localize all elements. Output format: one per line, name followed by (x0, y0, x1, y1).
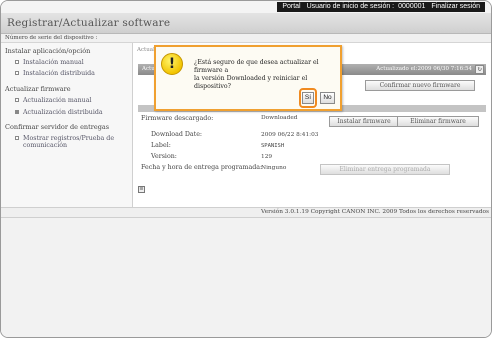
sidebar-item-label: Actualización distribuida (23, 109, 103, 116)
sidebar-section-install: Instalar aplicación/opción (5, 47, 91, 55)
firmware-value: Downloaded (261, 115, 298, 121)
dialog-message: ¿Está seguro de que desea actualizar el … (194, 59, 336, 91)
delete-scheduled-delivery-button[interactable]: Eliminar entrega programada (320, 164, 450, 175)
yes-button[interactable]: Sí (302, 92, 314, 104)
portal-link[interactable]: Portal (282, 3, 300, 10)
download-date-label: Download Date: (151, 131, 203, 138)
bullet-icon (15, 110, 19, 114)
updated-timestamp: Actualizado el:2009 06/30 7:16:54 (376, 66, 472, 72)
login-user-label: Usuario de inicio de sesión : (306, 3, 395, 10)
confirm-new-firmware-button[interactable]: Confirmar nuevo firmware (365, 80, 475, 91)
schedule-value: Ninguno (261, 165, 287, 171)
sidebar-item-show-logs[interactable]: Mostrar registros/Prueba de comunicación (15, 135, 114, 149)
confirm-dialog: ! ¿Está seguro de que desea actualizar e… (154, 45, 342, 111)
sidebar-section-update-firmware: Actualizar firmware (5, 85, 71, 93)
sidebar-item-manual-install[interactable]: Instalación manual (15, 59, 84, 66)
dialog-message-line1: ¿Está seguro de que desea actualizar el … (194, 59, 319, 74)
bullet-icon (15, 60, 19, 64)
label-label: Label: (151, 142, 171, 149)
sidebar-item-label: Instalación manual (23, 59, 84, 66)
bullet-icon (15, 71, 19, 75)
top-bar: Portal Usuario de inicio de sesión :0000… (1, 1, 491, 13)
device-serial-line: Número de serie del dispositivo : (1, 34, 491, 43)
label-value: SPANISH (261, 143, 285, 149)
delete-firmware-button[interactable]: Eliminar firmware (397, 116, 479, 127)
page-header: Registrar/Actualizar software (1, 13, 491, 34)
sidebar-item-label: Instalación distribuida (23, 70, 95, 77)
top-links: Portal Usuario de inicio de sesión :0000… (277, 2, 485, 12)
schedule-label: Fecha y hora de entrega programada: (141, 164, 263, 171)
download-date-value: 2009 06/22 8:41:03 (261, 132, 319, 138)
sidebar-item-distributed-install[interactable]: Instalación distribuida (15, 70, 95, 77)
bullet-icon (15, 98, 19, 102)
no-button[interactable]: No (320, 92, 335, 104)
device-serial-label: Número de serie del dispositivo : (5, 35, 98, 41)
footer: Versión 3.0.1.19 Copyright CANON INC. 20… (1, 207, 491, 218)
sidebar-item-label: Mostrar registros/Prueba de (23, 135, 115, 142)
version-value: 129 (261, 154, 273, 160)
refresh-icon[interactable]: ↻ (475, 65, 484, 74)
bullet-icon (15, 136, 19, 140)
install-firmware-button[interactable]: Instalar firmware (329, 116, 399, 127)
empty-area (1, 218, 491, 337)
login-user-id: 0000001 (398, 3, 426, 10)
warning-icon: ! (161, 53, 183, 75)
sidebar-section-delivery-server: Confirmar servidor de entregas (5, 123, 110, 131)
sidebar-item-distributed-update[interactable]: Actualización distribuida (15, 109, 103, 116)
app-window: Portal Usuario de inicio de sesión :0000… (0, 0, 492, 338)
sidebar-item-label-line2: comunicación (23, 142, 68, 149)
sidebar: Instalar aplicación/opción Instalación m… (1, 43, 133, 207)
page-title: Registrar/Actualizar software (7, 17, 171, 29)
version-label: Version: (151, 153, 177, 160)
collapse-icon[interactable]: ≡ (138, 186, 145, 193)
logout-link[interactable]: Finalizar sesión (431, 3, 480, 10)
copyright-text: Versión 3.0.1.19 Copyright CANON INC. 20… (261, 209, 489, 215)
sidebar-item-label: Actualización manual (23, 97, 92, 104)
sidebar-item-manual-update[interactable]: Actualización manual (15, 97, 92, 104)
firmware-label: Firmware descargado: (141, 115, 214, 122)
